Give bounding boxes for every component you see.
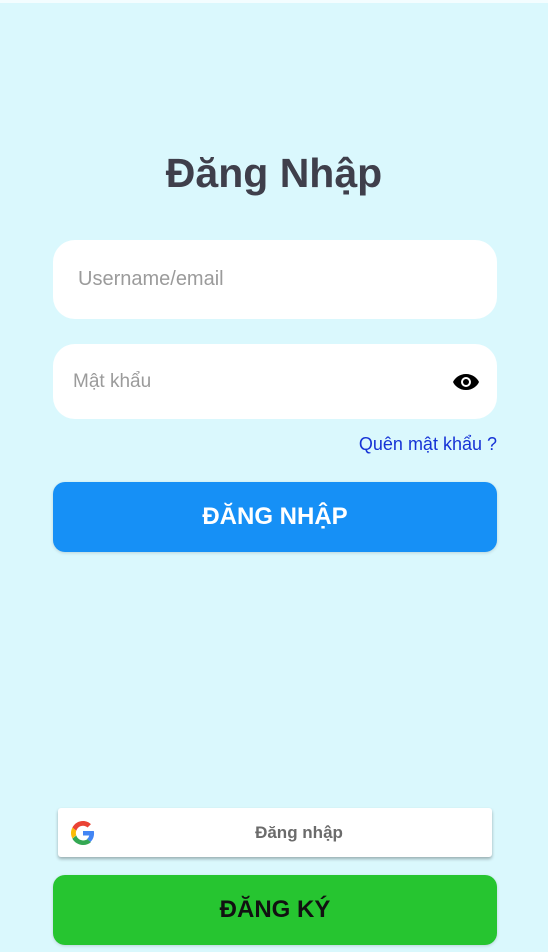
login-button[interactable]: ĐĂNG NHẬP xyxy=(53,482,497,552)
password-input[interactable] xyxy=(73,344,451,419)
login-screen: Đăng Nhập Quên mật khẩu ? ĐĂNG NHẬP Đăng… xyxy=(0,0,548,952)
username-field[interactable] xyxy=(53,240,497,319)
page-title: Đăng Nhập xyxy=(165,150,383,196)
status-bar-edge xyxy=(0,0,548,3)
google-signin-button[interactable]: Đăng nhập xyxy=(58,808,492,857)
eye-icon[interactable] xyxy=(451,371,481,393)
register-button[interactable]: ĐĂNG KÝ xyxy=(53,875,497,945)
google-icon xyxy=(71,821,95,845)
username-input[interactable] xyxy=(78,240,497,319)
google-signin-label: Đăng nhập xyxy=(255,822,343,842)
forgot-password-link[interactable]: Quên mật khẩu ? xyxy=(359,434,497,455)
password-field[interactable] xyxy=(53,344,497,419)
